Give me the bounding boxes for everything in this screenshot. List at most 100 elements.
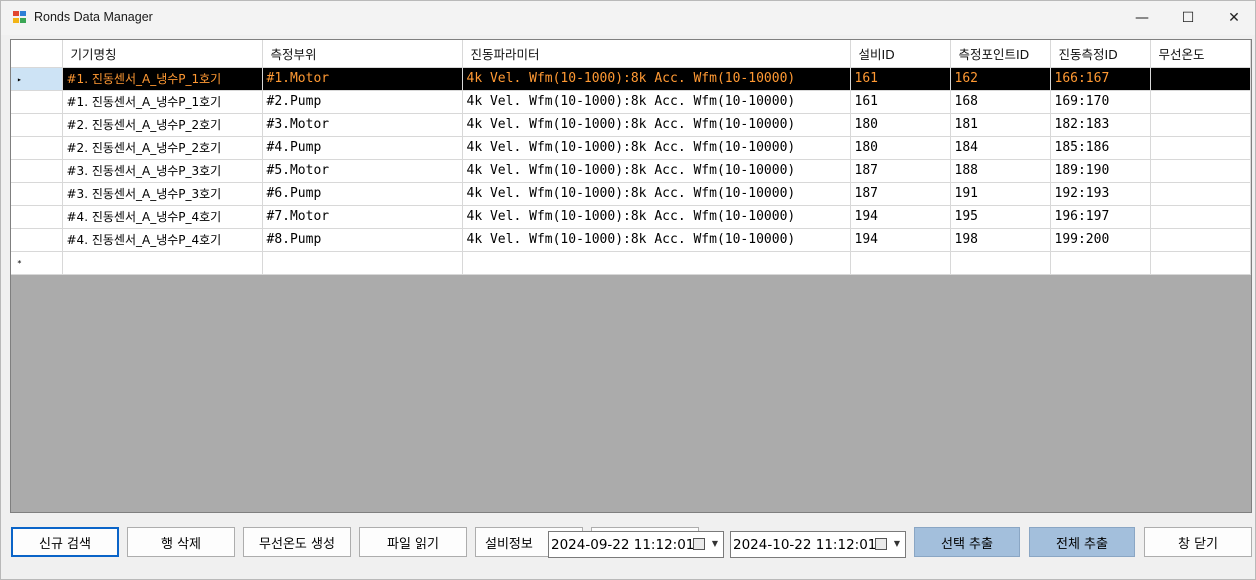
- table-cell[interactable]: [1150, 159, 1251, 183]
- title-bar[interactable]: Ronds Data Manager — ☐ ✕: [1, 1, 1255, 35]
- table-cell[interactable]: 180: [850, 136, 951, 160]
- table-cell[interactable]: 194: [850, 205, 951, 229]
- table-cell[interactable]: 198: [950, 228, 1051, 252]
- table-cell[interactable]: 4k Vel. Wfm(10-1000):8k Acc. Wfm(10-1000…: [462, 205, 851, 229]
- close-icon[interactable]: ✕: [1211, 1, 1256, 35]
- maximize-icon[interactable]: ☐: [1165, 1, 1211, 35]
- extract-selected-button[interactable]: 선택 추출: [914, 527, 1020, 557]
- table-cell[interactable]: [1150, 251, 1251, 275]
- table-cell[interactable]: 184: [950, 136, 1051, 160]
- table-cell[interactable]: #1. 진동센서_A_냉수P_1호기: [62, 90, 263, 114]
- table-row[interactable]: ▸ #1. 진동센서_A_냉수P_1호기 #1.Motor 4k Vel. Wfm(1…: [11, 67, 1251, 91]
- column-header[interactable]: 기기명칭: [62, 40, 263, 68]
- table-cell[interactable]: 4k Vel. Wfm(10-1000):8k Acc. Wfm(10-1000…: [462, 113, 851, 137]
- start-date-picker[interactable]: 2024-09-22 11:12:01 ▼: [548, 531, 724, 558]
- table-cell[interactable]: [1050, 251, 1151, 275]
- row-header[interactable]: *: [11, 251, 63, 275]
- table-row[interactable]: #1. 진동센서_A_냉수P_1호기 #2.Pump 4k Vel. Wfm(10-…: [11, 90, 1251, 114]
- column-header[interactable]: 진동측정ID: [1050, 40, 1151, 68]
- extract-all-button[interactable]: 전체 추출: [1029, 527, 1135, 557]
- table-cell[interactable]: 196:197: [1050, 205, 1151, 229]
- table-cell[interactable]: 162: [950, 67, 1051, 91]
- new-search-button[interactable]: 신규 검색: [11, 527, 119, 557]
- table-cell[interactable]: [950, 251, 1051, 275]
- table-cell[interactable]: 182:183: [1050, 113, 1151, 137]
- table-cell[interactable]: 180: [850, 113, 951, 137]
- create-wireless-temp-button[interactable]: 무선온도 생성: [243, 527, 351, 557]
- table-cell[interactable]: #2. 진동센서_A_냉수P_2호기: [62, 113, 263, 137]
- table-row[interactable]: #4. 진동센서_A_냉수P_4호기 #8.Pump 4k Vel. Wfm(10-…: [11, 228, 1251, 252]
- table-cell[interactable]: [1150, 90, 1251, 114]
- table-cell[interactable]: [462, 251, 851, 275]
- table-row[interactable]: #3. 진동센서_A_냉수P_3호기 #6.Pump 4k Vel. Wfm(10-…: [11, 182, 1251, 206]
- table-cell[interactable]: #7.Motor: [262, 205, 463, 229]
- table-cell[interactable]: #2.Pump: [262, 90, 463, 114]
- table-cell[interactable]: [262, 251, 463, 275]
- table-cell[interactable]: [1150, 182, 1251, 206]
- table-cell[interactable]: #8.Pump: [262, 228, 463, 252]
- table-cell[interactable]: #2. 진동센서_A_냉수P_2호기: [62, 136, 263, 160]
- table-cell[interactable]: #3. 진동센서_A_냉수P_3호기: [62, 182, 263, 206]
- table-cell[interactable]: #4. 진동센서_A_냉수P_4호기: [62, 205, 263, 229]
- corner-header[interactable]: [11, 40, 63, 68]
- data-grid[interactable]: 기기명칭 측정부위 진동파라미터 설비ID 측정포인트ID 진동측정ID 무선온…: [10, 39, 1252, 513]
- table-cell[interactable]: 4k Vel. Wfm(10-1000):8k Acc. Wfm(10-1000…: [462, 228, 851, 252]
- read-file-button[interactable]: 파일 읽기: [359, 527, 467, 557]
- table-cell[interactable]: 166:167: [1050, 67, 1151, 91]
- new-row[interactable]: *: [11, 251, 1251, 275]
- table-cell[interactable]: #6.Pump: [262, 182, 463, 206]
- table-cell[interactable]: 169:170: [1050, 90, 1151, 114]
- table-cell[interactable]: 168: [950, 90, 1051, 114]
- row-header[interactable]: [11, 182, 63, 206]
- table-cell[interactable]: 4k Vel. Wfm(10-1000):8k Acc. Wfm(10-1000…: [462, 159, 851, 183]
- row-header[interactable]: [11, 159, 63, 183]
- table-cell[interactable]: 185:186: [1050, 136, 1151, 160]
- table-cell[interactable]: [1150, 136, 1251, 160]
- column-header[interactable]: 측정부위: [262, 40, 463, 68]
- row-header[interactable]: [11, 90, 63, 114]
- table-cell[interactable]: #1. 진동센서_A_냉수P_1호기: [62, 67, 263, 91]
- row-header[interactable]: [11, 228, 63, 252]
- column-header[interactable]: 측정포인트ID: [950, 40, 1051, 68]
- table-cell[interactable]: 4k Vel. Wfm(10-1000):8k Acc. Wfm(10-1000…: [462, 182, 851, 206]
- table-row[interactable]: #2. 진동센서_A_냉수P_2호기 #4.Pump 4k Vel. Wfm(10-…: [11, 136, 1251, 160]
- table-cell[interactable]: 199:200: [1050, 228, 1151, 252]
- row-header[interactable]: [11, 205, 63, 229]
- row-header[interactable]: [11, 113, 63, 137]
- table-cell[interactable]: 187: [850, 159, 951, 183]
- table-cell[interactable]: 4k Vel. Wfm(10-1000):8k Acc. Wfm(10-1000…: [462, 90, 851, 114]
- table-cell[interactable]: [1150, 67, 1251, 91]
- column-header[interactable]: 진동파라미터: [462, 40, 851, 68]
- row-header[interactable]: ▸: [11, 67, 63, 91]
- table-cell[interactable]: 195: [950, 205, 1051, 229]
- minimize-icon[interactable]: —: [1119, 1, 1165, 35]
- delete-row-button[interactable]: 행 삭제: [127, 527, 235, 557]
- column-header[interactable]: 무선온도: [1150, 40, 1251, 68]
- table-cell[interactable]: [1150, 113, 1251, 137]
- table-cell[interactable]: 187: [850, 182, 951, 206]
- table-cell[interactable]: 192:193: [1050, 182, 1151, 206]
- table-cell[interactable]: [1150, 228, 1251, 252]
- table-cell[interactable]: #4. 진동센서_A_냉수P_4호기: [62, 228, 263, 252]
- table-row[interactable]: #2. 진동센서_A_냉수P_2호기 #3.Motor 4k Vel. Wfm(10…: [11, 113, 1251, 137]
- end-date-picker[interactable]: 2024-10-22 11:12:01 ▼: [730, 531, 906, 558]
- table-cell[interactable]: [850, 251, 951, 275]
- table-cell[interactable]: [62, 251, 263, 275]
- table-cell[interactable]: 161: [850, 67, 951, 91]
- table-cell[interactable]: #4.Pump: [262, 136, 463, 160]
- table-cell[interactable]: 194: [850, 228, 951, 252]
- table-cell[interactable]: 161: [850, 90, 951, 114]
- row-header[interactable]: [11, 136, 63, 160]
- table-row[interactable]: #3. 진동센서_A_냉수P_3호기 #5.Motor 4k Vel. Wfm(10…: [11, 159, 1251, 183]
- table-cell[interactable]: 181: [950, 113, 1051, 137]
- close-window-button[interactable]: 창 닫기: [1144, 527, 1252, 557]
- table-cell[interactable]: #3.Motor: [262, 113, 463, 137]
- column-header[interactable]: 설비ID: [850, 40, 951, 68]
- table-cell[interactable]: 4k Vel. Wfm(10-1000):8k Acc. Wfm(10-1000…: [462, 136, 851, 160]
- table-cell[interactable]: 191: [950, 182, 1051, 206]
- table-cell[interactable]: 4k Vel. Wfm(10-1000):8k Acc. Wfm(10-1000…: [462, 67, 851, 91]
- table-cell[interactable]: [1150, 205, 1251, 229]
- table-row[interactable]: #4. 진동센서_A_냉수P_4호기 #7.Motor 4k Vel. Wfm(10…: [11, 205, 1251, 229]
- table-cell[interactable]: 188: [950, 159, 1051, 183]
- table-cell[interactable]: #1.Motor: [262, 67, 463, 91]
